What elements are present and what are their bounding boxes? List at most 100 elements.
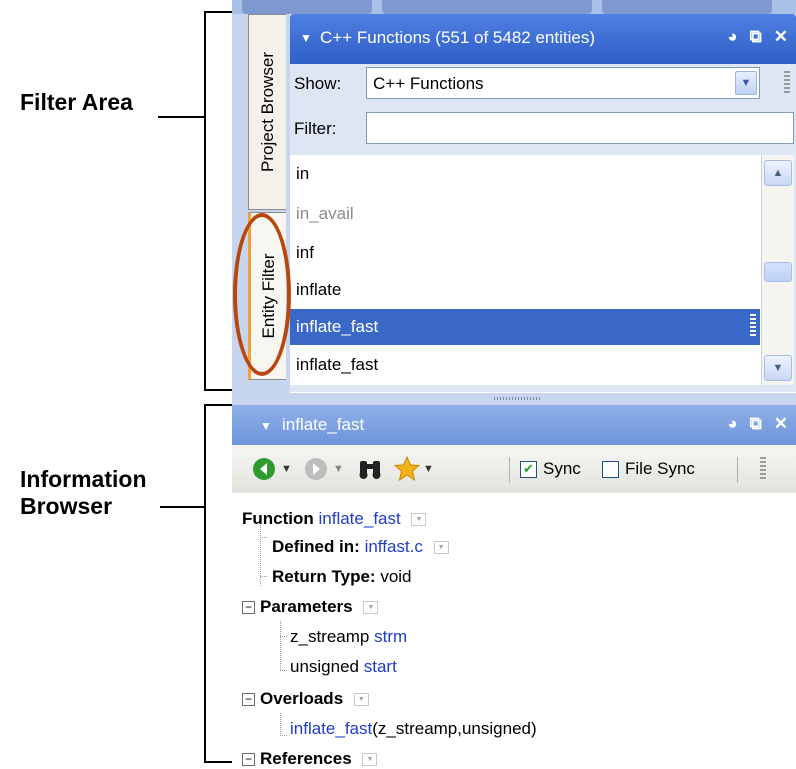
close-icon[interactable]: ✕ — [774, 414, 788, 434]
return-type-label: Return Type: — [272, 567, 376, 586]
tree-return-type[interactable]: Return Type: void — [272, 567, 412, 587]
dropdown-arrow-icon[interactable]: ▼ — [362, 753, 378, 767]
info-browser-titlebar[interactable]: ▼ inflate_fast ◕ ⧉ ✕ — [232, 405, 796, 445]
collapse-arrow-icon[interactable]: ▼ — [260, 419, 272, 433]
tree-connector — [280, 735, 288, 736]
list-scrollbar[interactable]: ▲ ▼ — [761, 155, 794, 385]
tree-parameter[interactable]: z_streamp strm — [290, 627, 407, 647]
filter-area-label: Filter Area — [20, 89, 133, 115]
filter-input[interactable] — [366, 112, 794, 144]
dropdown-arrow-icon[interactable]: ▼ — [333, 463, 344, 475]
tab-project-browser[interactable]: Project Browser — [248, 14, 286, 210]
overloads-label: Overloads — [260, 689, 344, 708]
list-item[interactable]: in — [296, 164, 309, 184]
file-sync-check-icon[interactable] — [602, 460, 619, 478]
panel-splitter[interactable] — [232, 393, 796, 405]
parameters-label: Parameters — [260, 597, 353, 616]
tree-overload[interactable]: inflate_fast(z_streamp,unsigned) — [290, 719, 537, 739]
dropdown-arrow-icon[interactable]: ▼ — [423, 463, 434, 475]
tree-references[interactable]: References ▼ — [260, 749, 378, 769]
tree-parameter[interactable]: unsigned start — [290, 657, 397, 677]
tab-project-browser-label: Project Browser — [257, 52, 277, 172]
list-item[interactable]: inf — [296, 243, 314, 263]
tree-connector — [280, 670, 288, 671]
overload-name-link[interactable]: inflate_fast — [290, 719, 372, 738]
list-item[interactable]: inflate_fast — [296, 355, 378, 375]
function-name-link[interactable]: inflate_fast — [319, 509, 401, 528]
sync-checkbox[interactable]: ✔ Sync — [520, 458, 581, 480]
overload-args: (z_streamp,unsigned) — [372, 719, 537, 738]
defined-in-file-link[interactable]: inffast.c — [365, 537, 423, 556]
forward-button[interactable]: ▼ — [304, 458, 344, 480]
scroll-down-icon[interactable]: ▼ — [764, 355, 792, 381]
sync-check-icon[interactable]: ✔ — [520, 460, 537, 478]
tree-parameters[interactable]: Parameters ▼ — [260, 597, 379, 617]
back-button[interactable]: ▼ — [252, 458, 292, 480]
collapse-overloads-icon[interactable]: − — [242, 693, 255, 706]
tree-overloads[interactable]: Overloads ▼ — [260, 689, 369, 709]
tree-function[interactable]: Function inflate_fast ▼ — [242, 509, 427, 529]
toolbar-divider — [737, 457, 738, 483]
info-browser-toolbar: ▼ ▼ ▼ ✔ Sync File Sync — [232, 445, 796, 494]
close-icon[interactable]: ✕ — [774, 27, 788, 47]
filter-label: Filter: — [294, 119, 337, 138]
restore-window-icon[interactable]: ⧉ — [750, 27, 762, 47]
top-tab[interactable] — [382, 0, 592, 14]
pin-icon[interactable]: ◕ — [727, 27, 737, 47]
scroll-thumb[interactable] — [764, 262, 792, 282]
entity-filter-titlebar[interactable]: ▼ C++ Functions (551 of 5482 entities) ◕… — [290, 14, 796, 64]
top-tab-strip — [232, 0, 796, 14]
list-item-selected[interactable]: inflate_fast — [290, 309, 760, 345]
entity-filter-title: C++ Functions (551 of 5482 entities) — [320, 28, 595, 47]
show-label: Show: — [294, 74, 342, 93]
restore-window-icon[interactable]: ⧉ — [750, 414, 762, 434]
list-item[interactable]: inflate — [296, 280, 341, 300]
pin-icon[interactable]: ◕ — [727, 414, 737, 434]
splitter-grip-icon[interactable] — [494, 397, 540, 400]
list-item[interactable]: in_avail — [296, 204, 354, 224]
favorites-button[interactable]: ▼ — [394, 456, 434, 482]
tree-connector — [280, 636, 288, 637]
binoculars-icon — [359, 461, 381, 479]
collapse-arrow-icon[interactable]: ▼ — [300, 31, 312, 45]
highlight-oval — [233, 213, 291, 376]
dropdown-arrow-icon[interactable]: ▼ — [411, 513, 427, 527]
dropdown-arrow-icon[interactable]: ▼ — [433, 541, 449, 555]
sync-label: Sync — [543, 459, 581, 478]
collapse-parameters-icon[interactable]: − — [242, 601, 255, 614]
toolbar-grip-icon[interactable] — [784, 71, 790, 95]
top-tab[interactable] — [242, 0, 372, 14]
file-sync-checkbox[interactable]: File Sync — [602, 458, 695, 480]
forward-arrow-icon — [305, 458, 327, 480]
param-name-link[interactable]: strm — [374, 627, 407, 646]
information-browser-label-line1: Information — [20, 466, 147, 492]
list-item-selected-label: inflate_fast — [296, 317, 379, 336]
information-browser-label: Information Browser — [20, 466, 147, 520]
collapse-references-icon[interactable]: − — [242, 753, 255, 766]
dropdown-arrow-icon[interactable]: ▼ — [281, 463, 292, 475]
back-arrow-icon — [253, 458, 275, 480]
tree-connector — [260, 576, 268, 577]
return-type-value: void — [380, 567, 412, 586]
filter-area-bracket — [204, 11, 232, 391]
toolbar-grip-icon[interactable] — [760, 457, 766, 481]
tree-connector — [280, 621, 281, 670]
param-name-link[interactable]: start — [364, 657, 397, 676]
entity-list[interactable]: in in_avail inf inflate inflate_fast — [290, 155, 761, 385]
toolbar-divider — [509, 457, 510, 483]
dropdown-arrow-icon[interactable]: ▼ — [363, 601, 379, 615]
references-label: References — [260, 749, 352, 768]
tree-defined-in[interactable]: Defined in: inffast.c ▼ — [272, 537, 449, 557]
find-button[interactable] — [357, 458, 383, 480]
info-browser-title: inflate_fast — [282, 415, 365, 434]
defined-in-label: Defined in: — [272, 537, 360, 556]
tree-connector — [280, 713, 281, 735]
top-tab[interactable] — [602, 0, 772, 14]
chevron-down-icon[interactable]: ▼ — [735, 71, 757, 95]
show-select[interactable]: C++ Functions ▼ — [366, 67, 760, 99]
info-browser-tree: Function inflate_fast ▼ Defined in: inff… — [232, 493, 796, 769]
dropdown-arrow-icon[interactable]: ▼ — [353, 693, 369, 707]
file-sync-label: File Sync — [625, 459, 695, 478]
information-browser-label-line2: Browser — [20, 493, 113, 519]
scroll-up-icon[interactable]: ▲ — [764, 160, 792, 186]
